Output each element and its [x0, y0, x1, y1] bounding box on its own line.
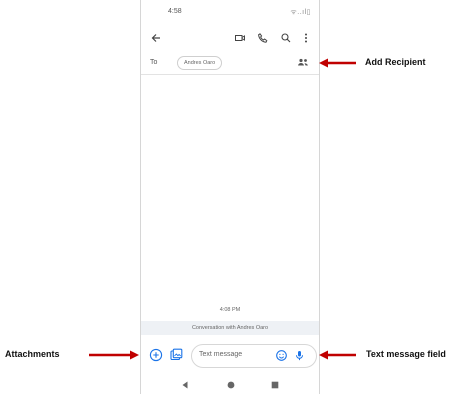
add-recipient-annotation: Add Recipient: [365, 57, 426, 67]
text-message-placeholder: Text message: [199, 351, 243, 358]
gallery-icon[interactable]: [169, 348, 183, 362]
phone-screen: 4:58 ᯤ..ıl▯ To Andres Oaro 4:08 PM Conve…: [140, 0, 320, 394]
status-time: 4:58: [168, 8, 182, 15]
recipient-row: To Andres Oaro: [141, 52, 319, 75]
text-message-field[interactable]: Text message: [191, 344, 317, 368]
mic-icon[interactable]: [293, 349, 306, 362]
message-timestamp: 4:08 PM: [219, 307, 241, 313]
nav-home-icon[interactable]: [226, 377, 236, 389]
emoji-icon[interactable]: [275, 349, 288, 362]
system-navbar: [141, 374, 319, 390]
text-message-field-arrow: [319, 350, 356, 360]
add-recipient-arrow: [319, 58, 356, 68]
toolbar: [141, 28, 319, 50]
conversation-banner: Conversation with Andres Oaro: [141, 321, 319, 335]
arrow-left-icon[interactable]: [149, 31, 163, 45]
status-icons: ᯤ..ıl▯: [290, 9, 311, 16]
attachments-arrow: [89, 350, 139, 360]
more-vert-icon[interactable]: [299, 31, 313, 45]
nav-back-icon[interactable]: [180, 377, 190, 389]
compose-bar: Text message: [141, 343, 319, 368]
nav-recents-icon[interactable]: [270, 377, 280, 389]
status-bar: 4:58 ᯤ..ıl▯: [141, 6, 319, 20]
attachments-annotation: Attachments: [5, 349, 60, 359]
to-label: To: [150, 59, 158, 66]
text-message-field-annotation: Text message field: [366, 349, 446, 359]
phone-icon[interactable]: [256, 31, 270, 45]
recipient-chip[interactable]: Andres Oaro: [177, 56, 223, 70]
add-recipient-icon[interactable]: [296, 56, 310, 70]
plus-circle-icon[interactable]: [149, 348, 163, 362]
video-camera-icon[interactable]: [233, 31, 247, 45]
search-icon[interactable]: [279, 31, 293, 45]
